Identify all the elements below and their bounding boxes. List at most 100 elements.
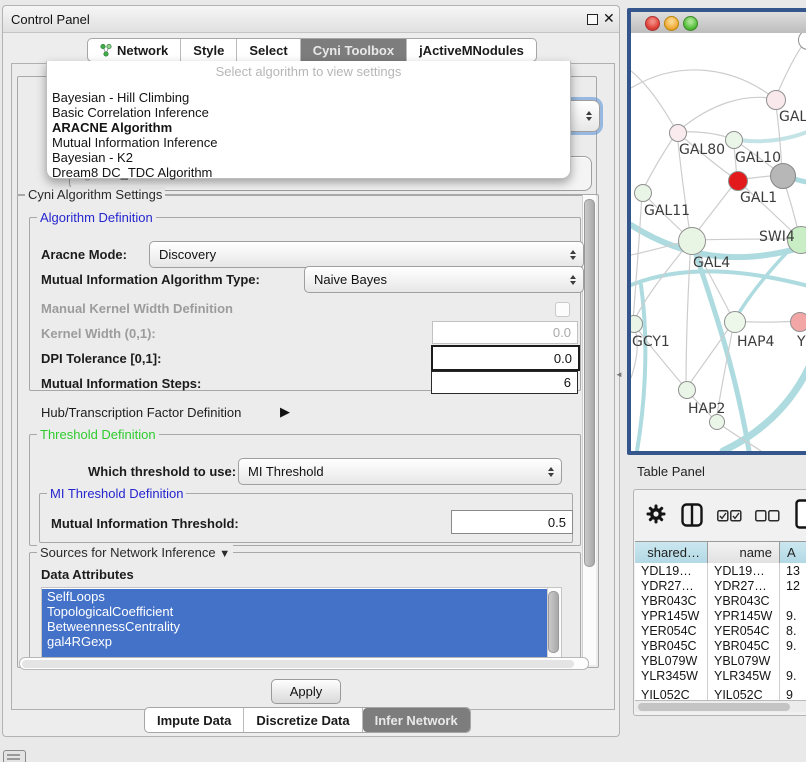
tab-impute-data[interactable]: Impute Data [145,708,244,732]
node-gray[interactable] [770,163,796,189]
cell-value: 9. [780,609,796,623]
node-gal11[interactable] [634,184,652,202]
collapse-down-icon[interactable]: ▼ [219,548,230,560]
mi-threshold-label: Mutual Information Threshold: [51,516,239,531]
dpi-tolerance-input[interactable]: 0.0 [431,345,580,371]
dropdown-item[interactable]: Bayesian - Hill Climbing [52,90,189,105]
node-gal-partial[interactable] [766,90,786,110]
sources-title: Sources for Network Inference ▼ [37,545,233,560]
settings-scrollbar-thumb[interactable] [584,199,595,567]
node-gal80[interactable] [669,124,687,142]
settings-hscrollbar[interactable] [19,657,589,670]
threshold-definition-title: Threshold Definition [37,427,159,442]
which-threshold-combo[interactable]: MI Threshold [238,458,562,485]
mi-steps-input[interactable]: 6 [431,371,578,394]
tab-select[interactable]: Select [237,39,300,61]
dpi-tolerance-value: 0.0 [554,351,572,366]
data-attributes-list[interactable]: SelfLoops TopologicalCoefficient Between… [41,587,562,659]
splitter-collapse-arrow[interactable]: ◄ [615,370,623,379]
tab-network[interactable]: Network [88,39,181,61]
tab-discretize-data[interactable]: Discretize Data [244,708,362,732]
show-columns-icon[interactable] [681,503,703,532]
dropdown-item[interactable]: Mutual Information Inference [52,135,217,150]
tab-style[interactable]: Style [181,39,237,61]
node-label: Y [797,334,806,350]
dpi-tolerance-label: DPI Tolerance [0,1]: [41,351,161,366]
tab-cyni-toolbox[interactable]: Cyni Toolbox [301,39,407,61]
column-header-partial[interactable]: A [780,542,806,563]
aracne-mode-combo[interactable]: Discovery [149,241,584,268]
new-table-document-icon[interactable] [795,499,806,534]
aracne-mode-value: Discovery [159,247,216,262]
manual-kernel-label: Manual Kernel Width Definition [41,301,233,316]
column-header-name[interactable]: name [708,542,780,563]
collapsed-panel-icon[interactable] [3,750,26,762]
tab-cyni-toolbox-label: Cyni Toolbox [313,43,394,58]
cell-name: YER054C [708,624,770,638]
cyni-bottom-tabbar: Impute Data Discretize Data Infer Networ… [144,707,471,733]
node-hap2[interactable] [678,381,696,399]
select-all-checkboxes-icon[interactable] [717,509,742,527]
cell-shared-name: YBR043C [635,594,697,608]
cell-name: YBL079W [708,654,770,668]
expand-right-icon[interactable]: ▶ [280,404,290,420]
cell-name: YLR345W [708,669,771,683]
mi-type-combo[interactable]: Naive Bayes [304,266,584,293]
attribute-item-selected[interactable]: TopologicalCoefficient [42,604,552,619]
tab-network-label: Network [117,43,168,58]
node-salmon[interactable] [790,312,806,332]
node-label: GAL80 [679,142,725,158]
deselect-all-checkboxes-icon[interactable] [755,509,780,527]
float-panel-icon[interactable] [587,14,598,25]
cell-shared-name: YBR045C [635,639,697,653]
attribute-item-selected[interactable]: BetweennessCentrality [42,619,552,634]
apply-button[interactable]: Apply [271,679,341,704]
network-canvas[interactable]: GAL GAL80 GAL10 GAL1 GAL11 GAL4 SWI4 GCY… [631,33,806,451]
cell-name: YBR043C [708,594,770,608]
node-gal10[interactable] [725,131,743,149]
mi-steps-value: 6 [564,375,571,390]
combo-arrows-icon [586,111,592,121]
tab-jactivemnodules[interactable]: jActiveMNodules [407,39,536,61]
cell-name: YBR045C [708,639,770,653]
attribute-item-selected[interactable]: gal4RGexp [42,634,552,649]
attributes-scrollbar-thumb[interactable] [548,591,559,653]
table-hscrollbar[interactable] [635,700,806,712]
node-label: SWI4 [759,229,795,245]
node-label: GAL11 [644,203,690,219]
hub-definition-label[interactable]: Hub/Transcription Factor Definition [41,405,241,420]
node-gal1[interactable] [728,171,748,191]
dropdown-item[interactable]: Bayesian - K2 [52,150,133,165]
network-icon [100,43,112,57]
column-header-shared-name[interactable]: shared… [635,542,708,563]
mi-threshold-input[interactable]: 0.5 [451,510,573,534]
table-hscrollbar-thumb[interactable] [638,703,790,711]
tab-impute-data-label: Impute Data [157,713,231,728]
close-traffic-light[interactable] [645,16,660,31]
cyni-algorithm-settings-title: Cyni Algorithm Settings [25,187,165,202]
column-header-label: shared… [647,545,700,560]
data-attributes-label: Data Attributes [41,567,134,582]
table-settings-gear-icon[interactable] [646,504,666,529]
node-label: GAL4 [693,255,730,271]
node-gal4[interactable] [678,227,706,255]
minimize-traffic-light[interactable] [664,16,679,31]
node-hap4[interactable] [724,311,746,333]
screen: Control Panel ✕ Network Style [0,0,806,762]
network-window-titlebar [631,12,806,34]
mi-threshold-value: 0.5 [548,515,566,530]
settings-hscrollbar-thumb[interactable] [22,660,574,668]
kernel-width-input[interactable]: 0.0 [432,321,578,344]
close-icon[interactable]: ✕ [603,10,615,27]
dropdown-item-selected[interactable]: ARACNE Algorithm [52,120,172,135]
control-panel-tabbar: Network Style Select Cyni Toolbox jActiv… [87,38,537,62]
column-header-label: A [787,545,796,560]
zoom-traffic-light[interactable] [683,16,698,31]
dropdown-item[interactable]: Basic Correlation Inference [52,105,209,120]
manual-kernel-checkbox[interactable] [555,302,570,317]
table-body: YDL19… YDL19… 13 YDR27… YDR27… 12 YBR043… [635,563,806,700]
combo-arrows-icon [548,467,554,477]
dropdown-item[interactable]: Dream8 DC_TDC Algorithm [52,165,212,180]
tab-infer-network[interactable]: Infer Network [363,708,470,732]
attribute-item-selected[interactable]: SelfLoops [42,589,552,604]
